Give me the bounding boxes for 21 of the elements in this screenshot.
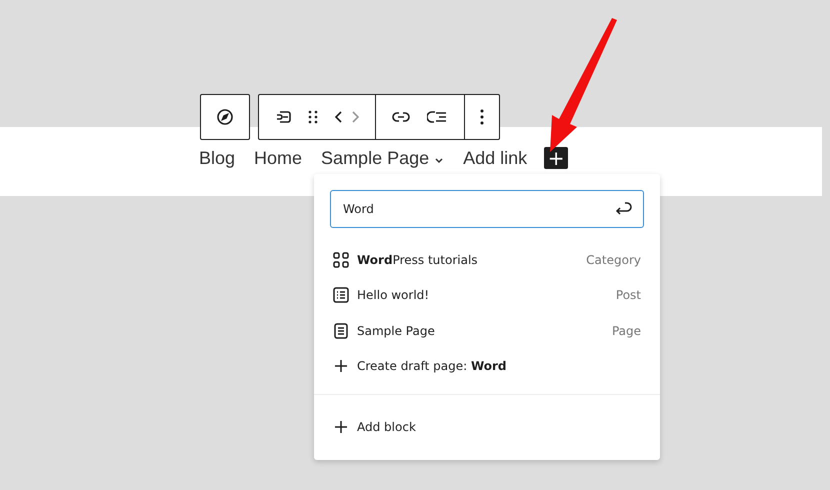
search-result[interactable]: Create draft page: Word xyxy=(314,348,660,384)
more-options-icon[interactable] xyxy=(480,108,484,126)
menu-link[interactable]: Add link xyxy=(463,148,528,168)
search-result[interactable]: Sample Page Page xyxy=(314,313,660,348)
plus-icon xyxy=(335,420,347,433)
block-transform-icon[interactable] xyxy=(274,108,292,126)
page-icon xyxy=(332,322,350,340)
grid-icon xyxy=(332,250,350,269)
list-icon xyxy=(332,286,350,304)
menu-link[interactable]: Home xyxy=(254,148,302,168)
search-field[interactable]: Word xyxy=(330,190,644,228)
search-result[interactable]: WordPress tutorials Category xyxy=(314,242,660,278)
drag-handle-icon[interactable] xyxy=(308,108,318,126)
add-block-button[interactable]: Add block xyxy=(314,409,660,444)
menu-link[interactable]: Sample Page xyxy=(321,148,444,168)
submenu-icon[interactable] xyxy=(427,108,449,126)
plus-icon xyxy=(335,360,347,372)
compass-icon[interactable] xyxy=(216,108,234,126)
menu-link[interactable]: Blog xyxy=(199,148,236,168)
search-result[interactable]: Hello world! Post xyxy=(314,278,660,313)
add-button[interactable]: + xyxy=(544,147,568,169)
